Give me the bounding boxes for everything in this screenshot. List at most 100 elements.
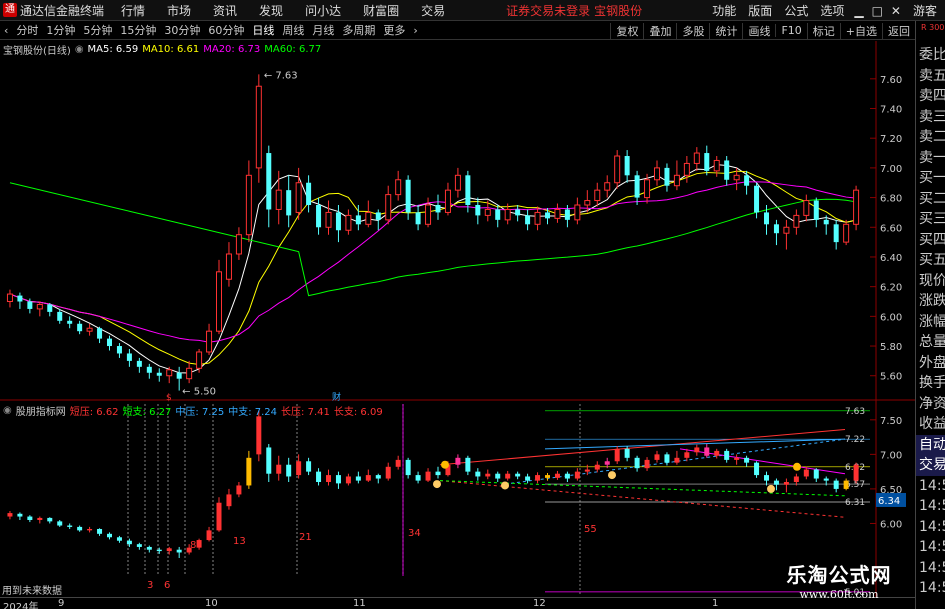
ma10-label: MA10: 6.61 [142,44,200,55]
short-support-label: 短支: 6.27 [122,407,172,418]
chevron-right-icon[interactable]: › [409,24,421,37]
tool-multi-stock[interactable]: 多股 [676,22,709,39]
sidebar-item[interactable]: 净资 [916,394,945,415]
candle-body [295,182,302,213]
tab-5min[interactable]: 5分钟 [79,22,116,38]
menu-item-function[interactable]: 功能 [706,2,742,19]
y-tick-label: 7.00 [880,450,902,461]
sidebar-item[interactable]: 卖四 [916,86,945,107]
candle-body [196,351,203,369]
sidebar-item[interactable]: 14:56 [916,578,945,599]
sidebar-item[interactable]: 卖二 [916,127,945,148]
menu-item-layout[interactable]: 版面 [742,2,778,19]
chart-canvas[interactable]: 7.60 7.40 7.20 7.00 6.80 6.60 6.40 6.20 6.00 5.80… [0,41,915,597]
y-tick-label: 5.60 [880,372,902,383]
sidebar-item[interactable]: 换手 [916,373,945,394]
tool-overlay[interactable]: 叠加 [643,22,676,39]
sidebar-item[interactable]: 买二 [916,189,945,210]
candle-body [415,212,421,225]
chevron-left-icon[interactable]: ‹ [0,24,12,37]
sidebar-item[interactable]: 14:56 [916,476,945,497]
tab-more[interactable]: 更多 [379,22,409,38]
sidebar-item[interactable]: 14:56 [916,517,945,538]
x-tick-label: 10 [205,598,218,609]
menu-item-market[interactable]: 市场 [156,2,202,19]
money-bag-icon [441,460,449,469]
sidebar-item[interactable]: 买四 [916,230,945,251]
tab-15min[interactable]: 15分钟 [116,22,160,38]
maximize-icon[interactable]: □ [868,4,887,18]
sidebar-item[interactable]: 收益 [916,414,945,435]
sidebar-item[interactable]: 现价 [916,271,945,292]
ma60-label: MA60: 6.77 [264,44,322,55]
menu-item-quotes[interactable]: 行情 [110,2,156,19]
tab-multi-period[interactable]: 多周期 [338,22,379,38]
sidebar-item[interactable]: 14:56 [916,496,945,517]
money-bag-icon [608,471,616,480]
y-tick-label: 6.20 [880,283,902,294]
menu-item-options[interactable]: 选项 [814,2,850,19]
x-tick-label: 9 [58,598,65,609]
login-status[interactable]: 证券交易未登录 [506,2,590,19]
tool-back[interactable]: 返回 [882,22,915,39]
tab-daily[interactable]: 日线 [248,22,278,38]
indicator-body [783,482,789,485]
menu-item-formula[interactable]: 公式 [778,2,814,19]
tab-60min[interactable]: 60分钟 [204,22,248,38]
sidebar-item[interactable]: 交易 [916,455,945,476]
sidebar-item[interactable]: 买一 [916,168,945,189]
menu-item-trade[interactable]: 交易 [410,2,456,19]
sidebar-item[interactable]: 总量 [916,332,945,353]
tab-1min[interactable]: 1分钟 [42,22,79,38]
menu-item-discover[interactable]: 发现 [248,2,294,19]
tab-30min[interactable]: 30分钟 [160,22,204,38]
indicator-body [345,476,351,484]
indicator-body [664,454,670,463]
indicator-body [674,457,680,463]
guest-label[interactable]: 游客 [905,2,945,19]
sidebar-item[interactable]: 自动 [916,434,945,455]
sidebar-item[interactable]: 卖三 [916,107,945,128]
tool-f10[interactable]: F10 [775,24,806,37]
sidebar-item[interactable]: 卖五 [916,66,945,87]
close-icon[interactable]: ✕ [887,4,905,18]
tool-statistics[interactable]: 统计 [709,22,742,39]
sidebar-item[interactable]: 涨跌 [916,291,945,312]
tab-weekly[interactable]: 周线 [278,22,308,38]
y-tick-label: 6.40 [880,253,902,264]
indicator-body [843,480,849,489]
tool-draw[interactable]: 画线 [742,22,775,39]
sidebar-item[interactable]: 14:56 [916,558,945,579]
money-bag-icon [793,462,801,471]
indicator-body [744,457,750,463]
sidebar-item[interactable]: 外盘 [916,353,945,374]
menu-item-wealth-circle[interactable]: 财富圈 [352,2,410,19]
sidebar-item[interactable]: 委比 [916,45,945,66]
tool-mark[interactable]: 标记 [806,22,840,39]
candle-body [275,189,282,210]
menu-item-news[interactable]: 资讯 [202,2,248,19]
tool-adjust[interactable]: 复权 [610,22,643,39]
candle-body [724,160,730,180]
indicator-body [754,462,760,476]
settings-dot-icon[interactable]: ◉ [3,405,12,416]
level-value-label: 7.63 [845,407,865,417]
sidebar-item[interactable]: 14:56 [916,537,945,558]
quote-sidebar: R 300 委比 卖五 卖四 卖三 卖二 卖一 买一 买二 买三 买四 买五 现价 涨跌 涨幅 总量 外盘 换手… [915,21,945,609]
indicator-body [375,475,381,479]
tab-intraday[interactable]: 分时 [12,22,42,38]
sidebar-item[interactable]: 卖一 [916,148,945,169]
settings-dot-icon[interactable]: ◉ [75,44,84,55]
sidebar-item[interactable]: 买三 [916,209,945,230]
menu-item-ask[interactable]: 问小达 [294,2,352,19]
y-tick-label: 7.20 [880,134,902,145]
candle-body [255,85,262,169]
tab-monthly[interactable]: 月线 [308,22,338,38]
sidebar-item[interactable]: 涨幅 [916,312,945,333]
tool-add-watchlist[interactable]: +自选 [839,22,882,39]
minimize-icon[interactable]: ▁ [850,4,867,18]
candle-body [235,234,242,255]
indicator-body [435,471,441,476]
sidebar-item[interactable]: 买五 [916,250,945,271]
candle-body [186,367,193,380]
